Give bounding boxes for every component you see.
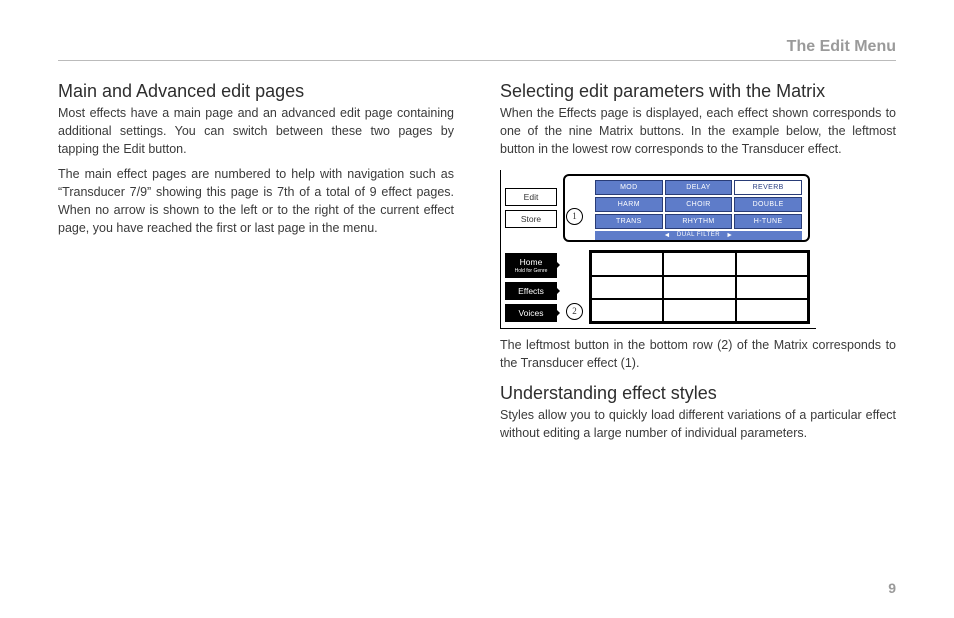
matrix-key[interactable] xyxy=(736,299,808,322)
side-buttons-bottom: Home Hold for Genre Effects Voices xyxy=(501,246,563,328)
screen-cell-double: DOUBLE xyxy=(734,197,802,212)
body-paragraph: Most effects have a main page and an adv… xyxy=(58,105,454,158)
side-buttons-top: Edit Store xyxy=(501,170,563,246)
section-heading: Main and Advanced edit pages xyxy=(58,81,454,102)
two-column-layout: Main and Advanced edit pages Most effect… xyxy=(58,81,896,450)
matrix-key[interactable] xyxy=(591,252,663,275)
matrix-keypad xyxy=(589,250,810,324)
screen-cell-trans: TRANS xyxy=(595,214,663,229)
screen-cell-reverb: REVERB xyxy=(734,180,802,195)
home-button-sublabel: Hold for Genre xyxy=(506,268,556,274)
device-top-row: Edit Store 1 MOD DELAY REVERB HARM xyxy=(501,170,816,246)
matrix-key[interactable] xyxy=(591,299,663,322)
body-paragraph: Styles allow you to quickly load differe… xyxy=(500,407,896,443)
matrix-key[interactable] xyxy=(663,252,735,275)
matrix-key[interactable] xyxy=(736,276,808,299)
screen-cell-harm: HARM xyxy=(595,197,663,212)
manual-page: The Edit Menu Main and Advanced edit pag… xyxy=(0,0,954,618)
screen-footer: ◄ DUAL FILTER ► xyxy=(595,231,802,240)
matrix-key[interactable] xyxy=(663,276,735,299)
section-heading: Selecting edit parameters with the Matri… xyxy=(500,81,896,102)
matrix-key[interactable] xyxy=(663,299,735,322)
arrow-right-icon: ► xyxy=(726,231,733,240)
screen-cell-htune: H-TUNE xyxy=(734,214,802,229)
matrix-key[interactable] xyxy=(591,276,663,299)
screen-effect-grid: MOD DELAY REVERB HARM CHOIR DOUBLE TRANS… xyxy=(595,180,802,229)
lcd-screen: MOD DELAY REVERB HARM CHOIR DOUBLE TRANS… xyxy=(563,174,810,242)
right-column: Selecting edit parameters with the Matri… xyxy=(500,81,896,450)
device-bottom-row: Home Hold for Genre Effects Voices 2 xyxy=(501,246,816,328)
figure-caption: The leftmost button in the bottom row (2… xyxy=(500,337,896,373)
screen-cell-delay: DELAY xyxy=(665,180,733,195)
section-heading: Understanding effect styles xyxy=(500,383,896,404)
device-figure: Edit Store 1 MOD DELAY REVERB HARM xyxy=(500,170,896,329)
body-paragraph: When the Effects page is displayed, each… xyxy=(500,105,896,158)
screen-cell-rhythm: RHYTHM xyxy=(665,214,733,229)
left-column: Main and Advanced edit pages Most effect… xyxy=(58,81,454,450)
screen-footer-label: DUAL FILTER xyxy=(677,231,720,240)
effects-button[interactable]: Effects xyxy=(505,282,557,300)
screen-area: 1 MOD DELAY REVERB HARM CHOIR DOUBLE TRA… xyxy=(563,170,816,246)
body-paragraph: The main effect pages are numbered to he… xyxy=(58,166,454,237)
home-button[interactable]: Home Hold for Genre xyxy=(505,253,557,278)
edit-button[interactable]: Edit xyxy=(505,188,557,206)
home-button-label: Home xyxy=(520,257,543,267)
matrix-key[interactable] xyxy=(736,252,808,275)
voices-button[interactable]: Voices xyxy=(505,304,557,322)
screen-cell-mod: MOD xyxy=(595,180,663,195)
device-illustration: Edit Store 1 MOD DELAY REVERB HARM xyxy=(500,170,816,329)
store-button[interactable]: Store xyxy=(505,210,557,228)
matrix-area: 2 xyxy=(563,246,816,328)
callout-2: 2 xyxy=(566,303,583,320)
screen-cell-choir: CHOIR xyxy=(665,197,733,212)
arrow-left-icon: ◄ xyxy=(663,231,670,240)
page-number: 9 xyxy=(888,580,896,596)
page-header: The Edit Menu xyxy=(58,38,896,61)
